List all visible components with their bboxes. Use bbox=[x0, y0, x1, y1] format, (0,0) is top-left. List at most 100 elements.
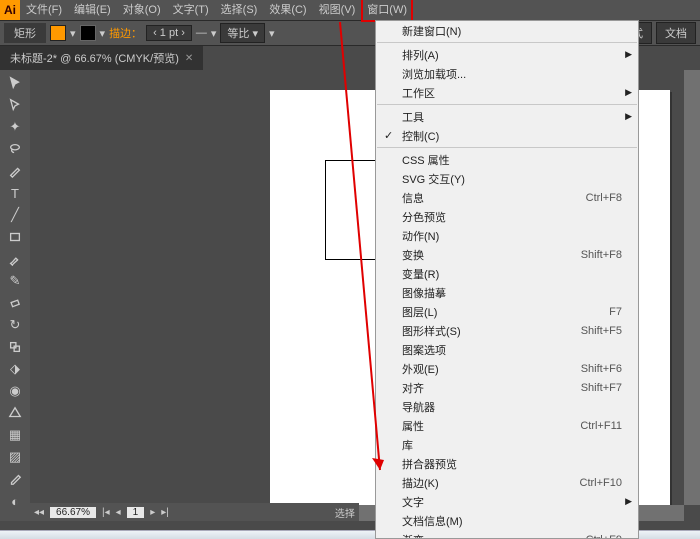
vertical-scrollbar[interactable] bbox=[684, 70, 700, 505]
tool-line[interactable]: ╱ bbox=[3, 204, 27, 226]
stroke-weight-field[interactable]: ‹ 1 pt › bbox=[146, 25, 192, 41]
menu-bar: Ai 文件(F) 编辑(E) 对象(O) 文字(T) 选择(S) 效果(C) 视… bbox=[0, 0, 700, 20]
menu-item-label: SVG 交互(Y) bbox=[402, 171, 465, 187]
menu-item[interactable]: 工具 ▶ bbox=[376, 107, 638, 126]
menu-shortcut: Shift+F7 bbox=[581, 382, 622, 394]
tool-eraser[interactable] bbox=[3, 292, 27, 314]
nav-first-icon[interactable]: |◂ bbox=[102, 507, 110, 518]
artboard-nav-field[interactable]: 1 bbox=[127, 507, 145, 518]
menu-item[interactable]: 分色预览 bbox=[376, 207, 638, 226]
menu-item-label: 动作(N) bbox=[402, 228, 439, 244]
tool-perspective[interactable] bbox=[3, 402, 27, 424]
tool-shape-builder[interactable]: ◉ bbox=[3, 380, 27, 402]
menu-item[interactable]: 渐变Ctrl+F9 bbox=[376, 530, 638, 539]
nav-last-icon[interactable]: ▸| bbox=[161, 507, 169, 518]
menu-item-label: 导航器 bbox=[402, 399, 435, 415]
menu-item[interactable]: 文字▶ bbox=[376, 492, 638, 511]
uniform-field[interactable]: 等比 ▾ bbox=[220, 23, 265, 43]
menu-item[interactable]: CSS 属性 bbox=[376, 150, 638, 169]
menu-item[interactable]: 图像描摹 bbox=[376, 283, 638, 302]
nav-prev-icon[interactable]: ◂◂ bbox=[34, 507, 44, 518]
menu-item[interactable]: 图层(L) F7 bbox=[376, 302, 638, 321]
menu-item[interactable]: SVG 交互(Y) bbox=[376, 169, 638, 188]
fill-swatch[interactable] bbox=[50, 25, 66, 41]
menu-item-label: 图形样式(S) bbox=[402, 323, 461, 339]
tool-blend[interactable]: ◐ bbox=[3, 490, 27, 512]
tool-direct-select[interactable] bbox=[3, 94, 27, 116]
menu-item-label: 拼合器预览 bbox=[402, 456, 457, 472]
menu-item[interactable]: 拼合器预览 bbox=[376, 454, 638, 473]
menu-type[interactable]: 文字(T) bbox=[167, 0, 215, 20]
tool-type[interactable]: T bbox=[3, 182, 27, 204]
menu-shortcut: F7 bbox=[609, 306, 622, 318]
menu-file[interactable]: 文件(F) bbox=[20, 0, 68, 20]
tools-panel: ✦ T ╱ ✎ ↻ ⬗ ◉ ▦ ▨ ◐ bbox=[0, 70, 30, 521]
menu-view[interactable]: 视图(V) bbox=[313, 0, 362, 20]
menu-item[interactable]: 变量(R) bbox=[376, 264, 638, 283]
menu-item[interactable]: 外观(E)Shift+F6 bbox=[376, 359, 638, 378]
menu-effect[interactable]: 效果(C) bbox=[263, 0, 312, 20]
menu-object[interactable]: 对象(O) bbox=[117, 0, 167, 20]
menu-item-label: 描边(K) bbox=[402, 475, 439, 491]
menu-item[interactable]: ✓控制(C) bbox=[376, 126, 638, 145]
menu-item-label: 变换 bbox=[402, 247, 424, 263]
menu-item[interactable]: 文档信息(M) bbox=[376, 511, 638, 530]
tool-width[interactable]: ⬗ bbox=[3, 358, 27, 380]
tool-rectangle[interactable] bbox=[3, 226, 27, 248]
menu-window[interactable]: 窗口(W) bbox=[361, 0, 413, 22]
zoom-field[interactable]: 66.67% bbox=[50, 507, 96, 518]
tool-selection[interactable] bbox=[3, 72, 27, 94]
menu-select[interactable]: 选择(S) bbox=[215, 0, 264, 20]
menu-item[interactable]: 工作区 ▶ bbox=[376, 83, 638, 102]
menu-item-label: 对齐 bbox=[402, 380, 424, 396]
menu-item[interactable]: 浏览加载项... bbox=[376, 64, 638, 83]
menu-item-label: 变量(R) bbox=[402, 266, 439, 282]
menu-item-label: 浏览加载项... bbox=[402, 66, 466, 82]
close-icon[interactable]: ✕ bbox=[185, 53, 193, 64]
tool-paintbrush[interactable] bbox=[3, 248, 27, 270]
menu-item-label: 库 bbox=[402, 437, 413, 453]
menu-item-label: 工具 bbox=[402, 109, 424, 125]
menu-item-label: 控制(C) bbox=[402, 128, 439, 144]
menu-item[interactable]: 对齐 Shift+F7 bbox=[376, 378, 638, 397]
menu-item[interactable]: 库 bbox=[376, 435, 638, 454]
nav-next-icon[interactable]: ▸ bbox=[150, 507, 155, 518]
menu-item-label: 工作区 bbox=[402, 85, 435, 101]
menu-item[interactable]: 描边(K)Ctrl+F10 bbox=[376, 473, 638, 492]
submenu-arrow-icon: ▶ bbox=[625, 49, 632, 60]
tool-gradient[interactable]: ▨ bbox=[3, 446, 27, 468]
menu-item[interactable]: 动作(N) bbox=[376, 226, 638, 245]
document-tab-title: 未标题-2* @ 66.67% (CMYK/预览) bbox=[10, 50, 179, 66]
menu-item[interactable]: 属性Ctrl+F11 bbox=[376, 416, 638, 435]
menu-item[interactable]: 图形样式(S)Shift+F5 bbox=[376, 321, 638, 340]
tool-pencil[interactable]: ✎ bbox=[3, 270, 27, 292]
status-mode: 选择 bbox=[335, 505, 355, 520]
menu-item-label: 渐变 bbox=[402, 532, 424, 539]
stroke-swatch[interactable] bbox=[80, 25, 96, 41]
tool-mesh[interactable]: ▦ bbox=[3, 424, 27, 446]
menu-item-label: 图层(L) bbox=[402, 304, 437, 320]
menu-item[interactable]: 变换Shift+F8 bbox=[376, 245, 638, 264]
tool-rotate[interactable]: ↻ bbox=[3, 314, 27, 336]
tool-eyedropper[interactable] bbox=[3, 468, 27, 490]
menu-item-label: 文档信息(M) bbox=[402, 513, 463, 529]
menu-item[interactable]: 新建窗口(N) bbox=[376, 21, 638, 40]
menu-item[interactable]: 导航器 bbox=[376, 397, 638, 416]
nav-prev2-icon[interactable]: ◂ bbox=[116, 507, 121, 518]
menu-shortcut: Ctrl+F8 bbox=[586, 192, 622, 204]
menu-item[interactable]: 信息 Ctrl+F8 bbox=[376, 188, 638, 207]
menu-edit[interactable]: 编辑(E) bbox=[68, 0, 117, 20]
document-tab[interactable]: 未标题-2* @ 66.67% (CMYK/预览) ✕ bbox=[0, 45, 203, 70]
tool-pen[interactable] bbox=[3, 160, 27, 182]
window-menu-dropdown: 新建窗口(N) 排列(A)▶ 浏览加载项... 工作区 ▶ 工具 ▶ ✓控制(C) CSS 属性… bbox=[375, 20, 639, 539]
menu-item[interactable]: 排列(A)▶ bbox=[376, 45, 638, 64]
tool-lasso[interactable] bbox=[3, 138, 27, 160]
tool-magic-wand[interactable]: ✦ bbox=[3, 116, 27, 138]
submenu-arrow-icon: ▶ bbox=[625, 87, 632, 98]
ctrl-doc[interactable]: 文档 bbox=[656, 22, 696, 44]
menu-item[interactable]: 图案选项 bbox=[376, 340, 638, 359]
tool-scale[interactable] bbox=[3, 336, 27, 358]
menu-item-label: 信息 bbox=[402, 190, 424, 206]
submenu-arrow-icon: ▶ bbox=[625, 111, 632, 122]
app-logo: Ai bbox=[0, 0, 20, 20]
